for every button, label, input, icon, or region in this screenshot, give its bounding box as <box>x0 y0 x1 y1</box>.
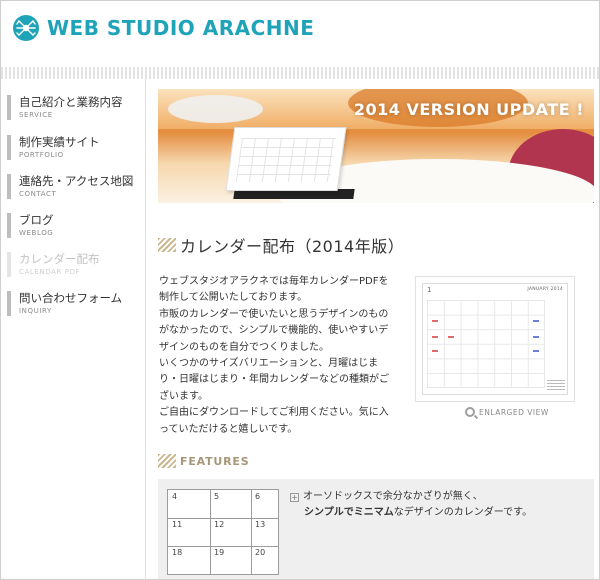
sidebar-item-label: 連絡先・アクセス地図 <box>19 174 134 188</box>
sidebar-item-sublabel: WEBLOG <box>19 229 54 237</box>
plus-box-icon: + <box>290 493 299 502</box>
sidebar-item-sublabel: CONTACT <box>19 190 57 198</box>
calendar-holiday-mark <box>448 336 454 338</box>
sidebar-item-portfolio[interactable]: 制作実績サイト PORTFOLIO <box>7 135 141 160</box>
grid-line <box>251 490 252 574</box>
sidebar-item-label: ブログ <box>19 213 54 227</box>
calendar-day: 5 <box>214 492 220 501</box>
page-title-text: カレンダー配布（2014年版） <box>180 237 405 256</box>
features-line-2: シンプルでミニマムなデザインのカレンダーです。 <box>290 505 532 521</box>
calendar-thumbnail[interactable]: 1 JANUARY 2014 <box>415 276 575 402</box>
description-paragraph: ウェブスタジオアラクネでは毎年カレンダーPDFを制作して公開いたしております。 <box>159 276 389 304</box>
grid-line <box>168 518 278 519</box>
site-logo[interactable]: WEB STUDIO ARACHNE <box>13 15 314 41</box>
hero-desk-calendar <box>225 127 347 191</box>
sidebar-item-sublabel: PORTFOLIO <box>19 151 64 159</box>
calendar-holiday-mark <box>432 336 438 338</box>
sidebar-item-label: カレンダー配布 <box>19 252 100 266</box>
features-line-1: + オーソドックスで余分なかざりが無く、 <box>290 489 532 505</box>
calendar-day: 4 <box>172 492 178 501</box>
header-stripe-divider <box>1 67 599 79</box>
sidebar-item-sublabel: CALENDAR PDF <box>19 268 81 276</box>
calendar-grid <box>427 300 545 388</box>
sidebar-item-sublabel: INQUIRY <box>19 307 52 315</box>
spider-logo-icon <box>13 15 39 41</box>
site-header: WEB STUDIO ARACHNE <box>1 1 599 67</box>
enlarged-view-link[interactable]: ENLARGED VIEW <box>465 407 549 417</box>
description-paragraph: ご自由にダウンロードしてご利用ください。気に入っていただけると嬉しいです。 <box>159 407 389 435</box>
calendar-saturday-mark <box>533 336 539 338</box>
calendar-day: 13 <box>255 520 266 529</box>
page-title: カレンダー配布（2014年版） <box>158 233 404 257</box>
hero-title: 2014 VERSION UPDATE ! <box>353 100 584 119</box>
calendar-day: 12 <box>214 520 225 529</box>
sidebar-item-contact[interactable]: 連絡先・アクセス地図 CONTACT <box>7 174 141 199</box>
enlarged-view-label: ENLARGED VIEW <box>479 407 549 417</box>
hatch-marker-icon <box>158 238 176 252</box>
calendar-saturday-mark <box>533 320 539 322</box>
calendar-thumbnail-page: 1 JANUARY 2014 <box>422 283 568 395</box>
description-paragraph: 市販のカレンダーで使いたいと思うデザインのものがなかったので、シンプルで機能的、… <box>159 308 389 353</box>
calendar-mini-month <box>547 380 565 392</box>
features-title: FEATURES <box>180 454 250 468</box>
hero-calendar-grid <box>235 138 336 182</box>
calendar-holiday-mark <box>432 350 438 352</box>
calendar-day: 20 <box>255 548 266 557</box>
calendar-day: 6 <box>255 492 261 501</box>
sidebar-item-label: 問い合わせフォーム <box>19 291 123 305</box>
calendar-month-label: JANUARY 2014 <box>527 287 563 292</box>
calendar-day: 19 <box>214 548 225 557</box>
sidebar-item-service[interactable]: 自己紹介と業務内容 SERVICE <box>7 95 141 120</box>
features-heading: FEATURES <box>158 454 249 468</box>
hatch-marker-icon <box>158 454 176 468</box>
hero-banner: 2014 VERSION UPDATE ! <box>158 89 594 203</box>
features-line-2-text: なデザインのカレンダーです。 <box>393 507 533 518</box>
description: ウェブスタジオアラクネでは毎年カレンダーPDFを制作して公開いたしております。 … <box>159 274 391 438</box>
features-line-1-text: オーソドックスで余分なかざりが無く、 <box>303 491 483 502</box>
grid-line <box>168 546 278 547</box>
sidebar-item-weblog[interactable]: ブログ WEBLOG <box>7 213 141 238</box>
grid-line <box>210 490 211 574</box>
features-calendar-sample: 4 5 6 11 12 13 18 19 20 <box>167 489 279 575</box>
hero-light-shape <box>168 95 263 123</box>
sidebar-item-inquiry[interactable]: 問い合わせフォーム INQUIRY <box>7 291 141 316</box>
magnifier-icon <box>465 407 475 417</box>
calendar-month-number: 1 <box>427 286 432 294</box>
calendar-day: 18 <box>172 548 183 557</box>
calendar-holiday-mark <box>432 320 438 322</box>
features-text: + オーソドックスで余分なかざりが無く、 シンプルでミニマムなデザインのカレンダー… <box>290 489 532 521</box>
sidebar-item-calendar-pdf[interactable]: カレンダー配布 CALENDAR PDF <box>7 252 141 277</box>
sidebar-item-label: 制作実績サイト <box>19 135 100 149</box>
features-emphasis: シンプルでミニマム <box>304 507 394 518</box>
description-paragraph: いくつかのサイズバリエーションと、月曜はじまり・日曜はじまり・年間カレンダーなど… <box>159 358 389 402</box>
site-logo-text: WEB STUDIO ARACHNE <box>47 16 315 40</box>
calendar-day: 11 <box>172 520 183 529</box>
features-box: 4 5 6 11 12 13 18 19 20 + オーソドックスで余分なかざりが… <box>158 479 594 579</box>
sidebar-nav: 自己紹介と業務内容 SERVICE 制作実績サイト PORTFOLIO 連絡先・… <box>1 79 146 580</box>
sidebar-item-label: 自己紹介と業務内容 <box>19 95 123 109</box>
calendar-saturday-mark <box>533 350 539 352</box>
sidebar-item-sublabel: SERVICE <box>19 111 53 119</box>
